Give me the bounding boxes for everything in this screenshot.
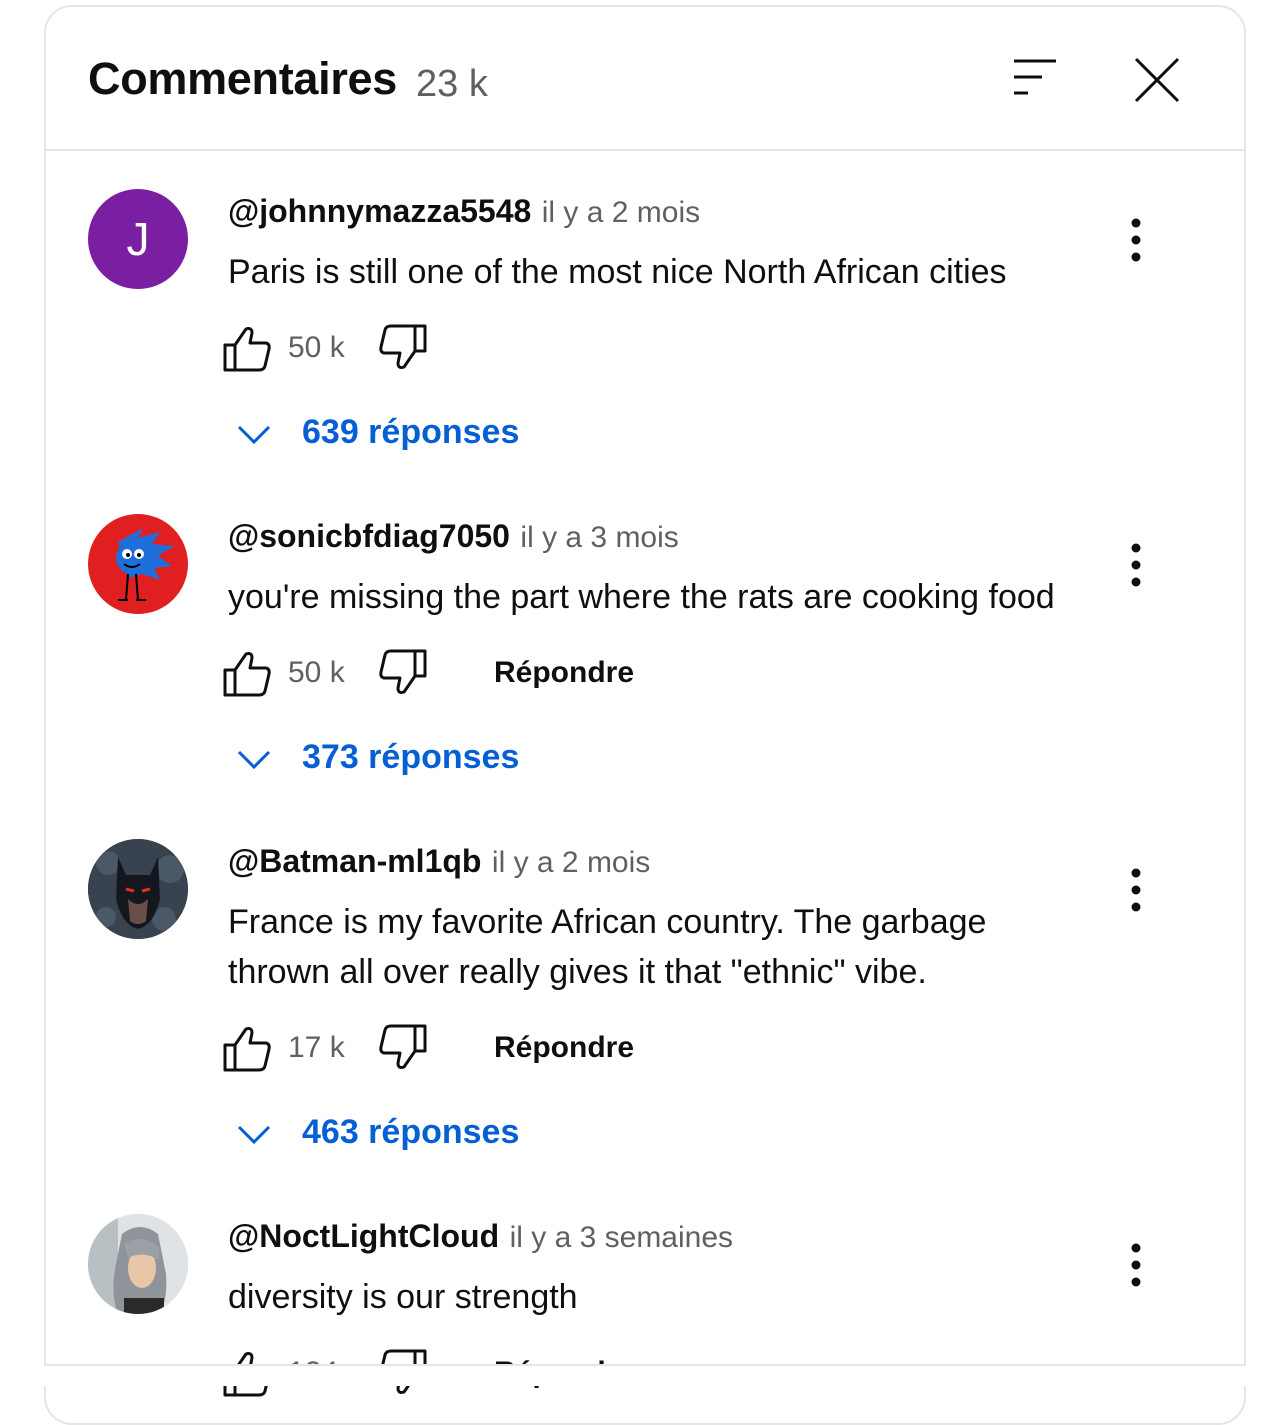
comment-item: @sonicbfdiag7050 il y a 3 mois you're mi…: [46, 514, 1244, 839]
thumbs-down-icon: [379, 324, 427, 369]
comment-time[interactable]: il y a 2 mois: [542, 196, 700, 229]
comment-time[interactable]: il y a 3 semaines: [510, 1221, 733, 1254]
comment-text: you're missing the part where the rats a…: [228, 578, 1055, 616]
like-count: 50 k: [288, 656, 345, 689]
comment-text: France is my favorite African country. T…: [228, 903, 987, 991]
thumbs-up-icon: [223, 327, 271, 372]
comment-item: @Batman-ml1qb il y a 2 mois France is my…: [46, 839, 1244, 1219]
reply-button[interactable]: Répondre: [494, 656, 634, 690]
comment-text: diversity is our strength: [228, 1278, 578, 1316]
close-button[interactable]: [1130, 53, 1184, 107]
thumbs-up-icon: [223, 1027, 271, 1072]
sonic-character-avatar-image: [116, 528, 174, 601]
comment-text: Paris is still one of the most nice Nort…: [228, 253, 1007, 291]
more-actions-button[interactable]: [1120, 217, 1152, 263]
replies-count: 373 réponses: [302, 738, 520, 776]
comment-author[interactable]: @NoctLightCloud: [228, 1218, 499, 1254]
replies-count: 463 réponses: [302, 1113, 520, 1151]
character-portrait-avatar-image: [88, 1214, 188, 1314]
more-vert-icon: [1131, 543, 1141, 587]
dislike-button[interactable]: [378, 648, 428, 698]
comments-header: Commentaires 23 k: [46, 7, 1244, 151]
more-vert-icon: [1131, 1243, 1141, 1287]
chevron-down-icon: [237, 1125, 271, 1145]
avatar-letter: J: [126, 213, 150, 265]
more-actions-button[interactable]: [1120, 1242, 1152, 1288]
comment-author[interactable]: @Batman-ml1qb: [228, 843, 481, 879]
chevron-down-icon: [237, 425, 271, 445]
like-button[interactable]: [222, 648, 272, 698]
more-vert-icon: [1131, 868, 1141, 912]
dislike-button[interactable]: [378, 1023, 428, 1073]
more-actions-button[interactable]: [1120, 867, 1152, 913]
sort-icon: [1014, 59, 1056, 95]
bottom-divider: [44, 1364, 1246, 1386]
dislike-button[interactable]: [378, 323, 428, 373]
comments-title: Commentaires: [88, 53, 398, 104]
avatar[interactable]: [88, 1214, 188, 1314]
comment-item: J @johnnymazza5548 il y a 2 mois Paris i…: [46, 189, 1244, 514]
comments-panel: Commentaires 23 k J @johnnymazza5548 il …: [44, 5, 1246, 1425]
batman-avatar-image: [88, 839, 188, 939]
like-button[interactable]: [222, 323, 272, 373]
replies-count: 639 réponses: [302, 413, 520, 451]
like-count: 50 k: [288, 331, 345, 364]
reply-button[interactable]: Répondre: [494, 1031, 634, 1065]
thumbs-down-icon: [379, 649, 427, 694]
more-actions-button[interactable]: [1120, 542, 1152, 588]
comment-author[interactable]: @sonicbfdiag7050: [228, 518, 510, 554]
more-vert-icon: [1131, 218, 1141, 262]
avatar[interactable]: [88, 514, 188, 614]
thumbs-down-icon: [379, 1024, 427, 1069]
sort-button[interactable]: [1008, 55, 1062, 99]
comment-time[interactable]: il y a 3 mois: [520, 521, 678, 554]
chevron-down-icon: [237, 750, 271, 770]
like-button[interactable]: [222, 1023, 272, 1073]
avatar[interactable]: J: [88, 189, 188, 289]
comment-author[interactable]: @johnnymazza5548: [228, 193, 531, 229]
close-icon: [1134, 57, 1180, 103]
comments-count: 23 k: [416, 63, 488, 105]
thumbs-up-icon: [223, 652, 271, 697]
comment-time[interactable]: il y a 2 mois: [492, 846, 650, 879]
avatar[interactable]: [88, 839, 188, 939]
like-count: 17 k: [288, 1031, 345, 1064]
